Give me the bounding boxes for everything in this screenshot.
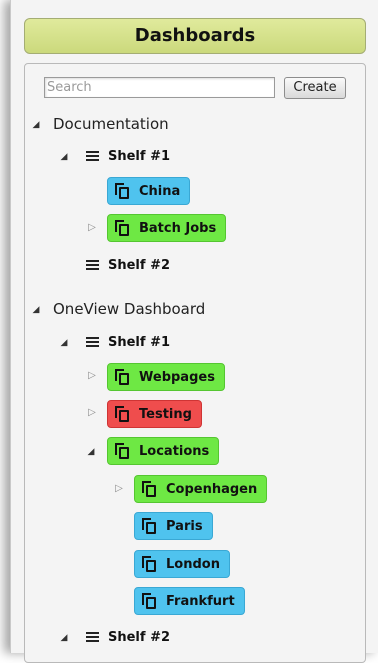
tree-section-oneview-dashboard[interactable]: OneView Dashboard [53, 294, 205, 324]
dashboard-chip[interactable]: Frankfurt [134, 587, 245, 615]
shelf-label: Shelf #2 [108, 629, 171, 645]
shelf-label: Shelf #2 [108, 257, 171, 273]
copy-icon [115, 183, 130, 199]
dashboard-label: Copenhagen [166, 481, 258, 497]
dashboard-label: Frankfurt [166, 593, 235, 609]
tree-dashboard-webpages[interactable]: Webpages [107, 362, 225, 392]
copy-icon [142, 518, 157, 534]
tree-shelf-documentation-1[interactable]: Shelf #1 [86, 141, 170, 171]
collapse-arrow-icon[interactable]: ▷ [87, 408, 97, 418]
copy-icon [115, 406, 130, 422]
copy-icon [115, 220, 130, 236]
tree-dashboard-locations[interactable]: Locations [107, 436, 220, 466]
expand-arrow-icon[interactable]: ◢ [31, 305, 41, 315]
page-title: Dashboards [24, 18, 366, 54]
dashboard-chip[interactable]: Paris [134, 512, 213, 540]
dashboard-chip[interactable]: Testing [107, 400, 202, 428]
dashboard-label: Batch Jobs [139, 220, 217, 236]
menu-icon [86, 151, 99, 161]
tree-dashboard-testing[interactable]: Testing [107, 399, 202, 429]
tree-dashboard-batch-jobs[interactable]: Batch Jobs [107, 213, 227, 243]
search-input[interactable] [44, 77, 275, 98]
collapse-arrow-icon[interactable]: ▷ [87, 223, 97, 233]
tree-shelf-documentation-2[interactable]: Shelf #2 [86, 250, 170, 280]
dashboard-chip[interactable]: Webpages [107, 363, 225, 391]
copy-icon [115, 369, 130, 385]
dashboard-chip[interactable]: Batch Jobs [107, 214, 227, 242]
dashboard-label: London [166, 556, 220, 572]
tree-shelf-oneview-1[interactable]: Shelf #1 [86, 327, 170, 357]
tree-dashboard-copenhagen[interactable]: Copenhagen [134, 474, 268, 504]
collapse-arrow-icon[interactable]: ▷ [114, 484, 124, 494]
section-label: Documentation [53, 115, 169, 133]
menu-icon [86, 337, 99, 347]
expand-arrow-icon[interactable]: ◢ [59, 633, 69, 643]
menu-icon [86, 632, 99, 642]
expand-arrow-icon[interactable]: ◢ [59, 152, 69, 162]
tree-section-documentation[interactable]: Documentation [53, 109, 169, 139]
create-button[interactable]: Create [284, 77, 346, 99]
dashboard-chip[interactable]: Copenhagen [134, 475, 268, 503]
tree-dashboard-china[interactable]: China [107, 176, 191, 206]
dashboard-label: China [139, 183, 181, 199]
copy-icon [142, 556, 157, 572]
shelf-label: Shelf #1 [108, 334, 171, 350]
tree-dashboard-paris[interactable]: Paris [134, 511, 213, 541]
dashboard-chip[interactable]: China [107, 177, 191, 205]
dashboard-label: Locations [139, 443, 210, 459]
tree-shelf-oneview-2[interactable]: Shelf #2 [86, 622, 170, 652]
copy-icon [142, 481, 157, 497]
collapse-arrow-icon[interactable]: ▷ [87, 371, 97, 381]
expand-arrow-icon[interactable]: ◢ [59, 338, 69, 348]
tree-dashboard-frankfurt[interactable]: Frankfurt [134, 586, 245, 616]
copy-icon [142, 593, 157, 609]
menu-icon [86, 260, 99, 270]
copy-icon [115, 443, 130, 459]
dashboard-chip[interactable]: Locations [107, 437, 220, 465]
expand-arrow-icon[interactable]: ◢ [31, 120, 41, 130]
tree-dashboard-london[interactable]: London [134, 549, 230, 579]
dashboard-label: Testing [139, 406, 192, 422]
dashboard-label: Paris [166, 518, 203, 534]
dashboard-label: Webpages [139, 369, 215, 385]
shelf-label: Shelf #1 [108, 148, 171, 164]
expand-arrow-icon[interactable]: ◢ [86, 447, 96, 457]
dashboard-chip[interactable]: London [134, 550, 230, 578]
section-label: OneView Dashboard [53, 300, 206, 318]
